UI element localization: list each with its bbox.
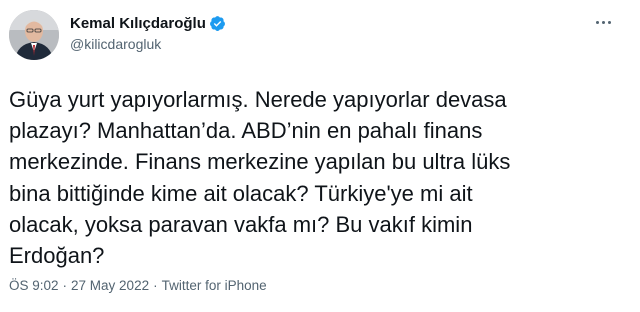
verified-badge-icon (209, 15, 226, 32)
user-handle[interactable]: @kilicdarogluk (70, 36, 226, 52)
user-names: Kemal Kılıçdaroğlu @kilicdarogluk (70, 13, 226, 52)
display-name[interactable]: Kemal Kılıçdaroğlu (70, 15, 206, 32)
avatar[interactable] (9, 10, 59, 60)
tweet-header: Kemal Kılıçdaroğlu @kilicdarogluk (9, 10, 631, 62)
tweet-time[interactable]: ÖS 9:02 (9, 278, 59, 293)
tweet-source[interactable]: Twitter for iPhone (162, 278, 267, 293)
tweet-text: Güya yurt yapıyorlarmış. Nerede yapıyorl… (9, 87, 511, 269)
name-row: Kemal Kılıçdaroğlu (70, 13, 226, 33)
tweet-meta: ÖS 9:02 · 27 May 2022 · Twitter for iPho… (9, 278, 267, 293)
avatar-image (9, 10, 59, 60)
tweet-card: Kemal Kılıçdaroğlu @kilicdarogluk Güya y… (0, 0, 640, 312)
tweet-date[interactable]: 27 May 2022 (71, 278, 149, 293)
meta-separator-2: · (153, 278, 158, 293)
meta-separator: · (62, 278, 68, 293)
more-options-icon[interactable] (591, 12, 615, 32)
